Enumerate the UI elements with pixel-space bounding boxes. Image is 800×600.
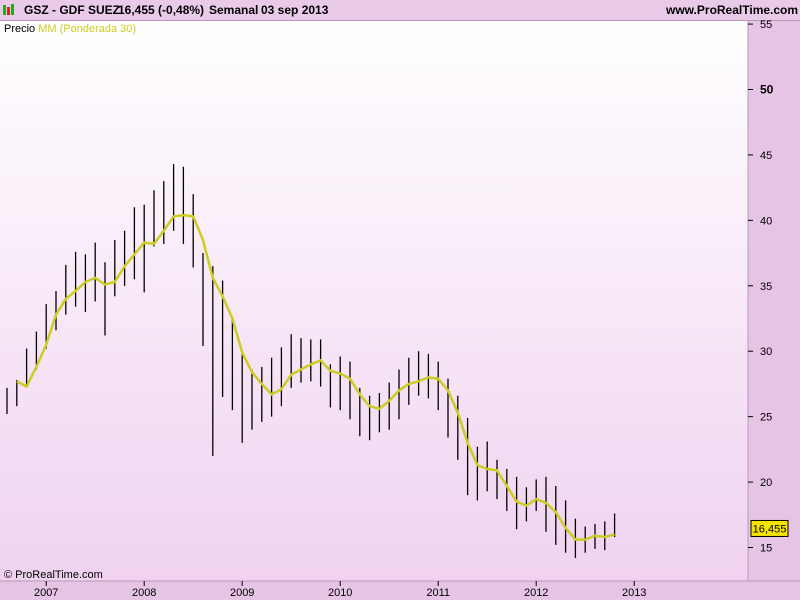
- y-tick-label: 20: [760, 477, 772, 489]
- x-tick-label: 2009: [230, 587, 254, 599]
- legend-price: Precio: [4, 23, 36, 35]
- x-tick-label: 2013: [622, 587, 646, 599]
- x-axis-panel: [0, 581, 800, 600]
- copyright: © ProRealTime.com: [4, 569, 103, 581]
- y-tick-label: 40: [760, 215, 772, 227]
- last-price-label: 16,455: [753, 523, 787, 535]
- y-tick-label: 30: [760, 346, 772, 358]
- legend-ma: MM (Ponderada 30): [38, 23, 137, 35]
- y-tick-label: 35: [760, 281, 772, 293]
- y-tick-label: 15: [760, 543, 772, 555]
- y-tick-label: 50: [760, 83, 774, 97]
- x-tick-label: 2010: [328, 587, 352, 599]
- x-tick-label: 2012: [524, 587, 548, 599]
- chart: 2007 2008 2009 2010 2011 2012 2013 15 20 25 30 35 4…: [0, 19, 800, 600]
- legend: Precio MM (Ponderada 30): [4, 23, 136, 35]
- x-tick-label: 2007: [34, 587, 58, 599]
- x-tick-label: 2008: [132, 587, 156, 599]
- last-price-badge: 16,455: [750, 519, 789, 537]
- y-axis-panel: [748, 21, 800, 581]
- plot-area: [0, 21, 748, 581]
- x-tick-label: 2011: [426, 587, 450, 599]
- y-tick-label: 45: [760, 150, 772, 162]
- y-tick-label: 55: [760, 19, 772, 31]
- y-tick-label: 25: [760, 412, 772, 424]
